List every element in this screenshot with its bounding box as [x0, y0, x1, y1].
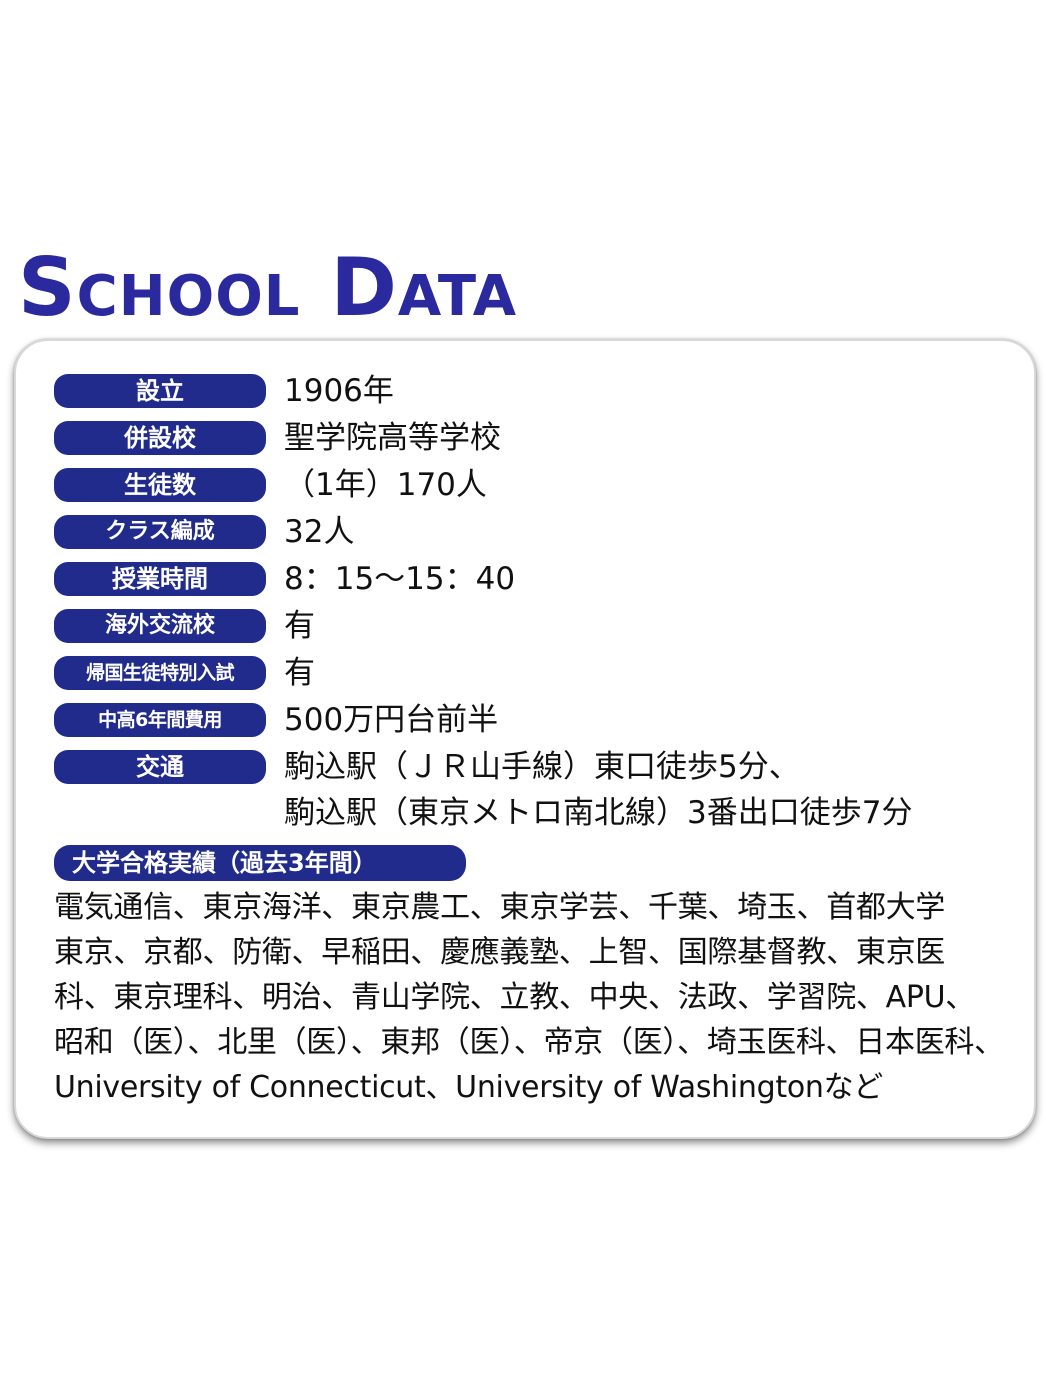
row-students: 生徒数 （1年）170人	[54, 464, 994, 503]
title-initial-d: D	[330, 241, 398, 334]
row-returnee-exam: 帰国生徒特別入試 有	[54, 652, 994, 691]
label-founded: 設立	[54, 374, 266, 408]
value-students: （1年）170人	[284, 467, 487, 503]
value-six-year-cost: 500万円台前半	[284, 702, 499, 738]
value-class-size: 32人	[284, 514, 355, 550]
value-access-line2: 駒込駅（東京メトロ南北線）3番出口徒歩7分	[284, 795, 913, 831]
results-line: 科、東京理科、明治、青山学院、立教、中央、法政、学習院、APU、	[54, 980, 975, 1015]
label-class-hours: 授業時間	[54, 562, 266, 596]
row-six-year-cost: 中高6年間費用 500万円台前半	[54, 699, 994, 738]
row-access: 交通 駒込駅（ＪＲ山手線）東口徒歩5分、 駒込駅（東京メトロ南北線）3番出口徒歩…	[54, 746, 994, 831]
label-exchange-school: 海外交流校	[54, 609, 266, 643]
row-exchange-school: 海外交流校 有	[54, 605, 994, 644]
value-exchange-school: 有	[284, 608, 315, 644]
title-initial-s: S	[18, 241, 77, 334]
page-title: SCHOOL DATA	[18, 248, 547, 338]
value-affiliated-school: 聖学院高等学校	[284, 420, 501, 456]
title-rest-ata: ATA	[397, 264, 518, 329]
label-returnee-exam: 帰国生徒特別入試	[54, 656, 266, 690]
results-line: 電気通信、東京海洋、東京農工、東京学芸、千葉、埼玉、首都大学	[54, 890, 945, 925]
row-class-hours: 授業時間 8：15～15：40	[54, 558, 994, 597]
value-access-line1: 駒込駅（ＪＲ山手線）東口徒歩5分、	[284, 749, 800, 785]
label-students: 生徒数	[54, 468, 266, 502]
results-line: 昭和（医）、北里（医）、東邦（医）、帝京（医）、埼玉医科、日本医科、	[54, 1025, 1004, 1060]
row-class-size: クラス編成 32人	[54, 511, 994, 550]
title-word-school: SCHOOL	[18, 248, 300, 328]
value-class-hours: 8：15～15：40	[284, 561, 516, 597]
label-class-size: クラス編成	[54, 515, 266, 549]
value-returnee-exam: 有	[284, 655, 315, 691]
label-six-year-cost: 中高6年間費用	[54, 703, 266, 737]
title-rest-chool: CHOOL	[76, 264, 301, 329]
row-affiliated-school: 併設校 聖学院高等学校	[54, 417, 994, 456]
label-university-results: 大学合格実績（過去3年間）	[54, 845, 466, 881]
university-results-list: 電気通信、東京海洋、東京農工、東京学芸、千葉、埼玉、首都大学 東京、京都、防衛、…	[54, 885, 1014, 1110]
label-access: 交通	[54, 750, 266, 784]
results-line: 東京、京都、防衛、早稲田、慶應義塾、上智、国際基督教、東京医	[54, 935, 945, 970]
row-founded: 設立 1906年	[54, 370, 994, 409]
value-founded: 1906年	[284, 373, 394, 409]
results-line: University of Connecticut、University of …	[54, 1070, 883, 1105]
title-word-data: DATA	[330, 248, 517, 328]
label-affiliated-school: 併設校	[54, 421, 266, 455]
